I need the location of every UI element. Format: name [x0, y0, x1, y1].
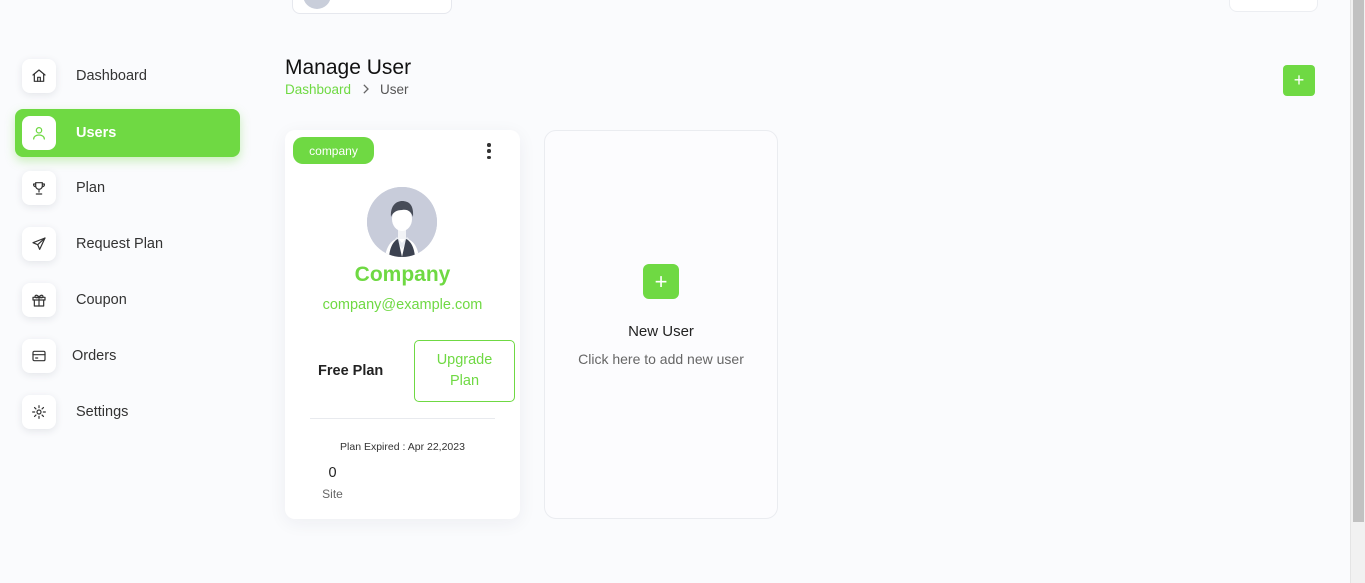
send-icon: [22, 227, 56, 261]
breadcrumb-current: User: [380, 82, 409, 97]
site-label: Site: [322, 487, 343, 501]
new-user-title: New User: [628, 323, 694, 340]
card-divider: [310, 418, 495, 419]
sidebar-item-dashboard[interactable]: Dashboard: [15, 52, 240, 100]
plus-icon: +: [1293, 70, 1305, 90]
chevron-right-icon: [361, 83, 370, 97]
sidebar-item-label: Dashboard: [76, 68, 147, 84]
sidebar-item-plan[interactable]: Plan: [15, 164, 240, 212]
sidebar-item-label: Plan: [76, 180, 106, 196]
credit-card-icon: [22, 339, 56, 373]
sidebar-item-label: Orders: [72, 348, 117, 364]
sidebar-item-settings[interactable]: Settings: [15, 388, 240, 436]
scrollbar-thumb[interactable]: [1353, 0, 1364, 522]
user-email: company@example.com: [322, 297, 483, 313]
user-name: Company: [354, 263, 451, 286]
user-card: company Company company@example.com Free…: [285, 130, 520, 519]
upgrade-plan-label-line2: Plan: [449, 373, 480, 389]
breadcrumb-link-dashboard[interactable]: Dashboard: [285, 82, 351, 97]
profile-avatar: [303, 0, 331, 9]
plus-icon: +: [643, 264, 679, 299]
app-root: Dashboard Users Plan Request Plan Coupon: [0, 0, 1365, 583]
sidebar-item-label: Settings: [76, 404, 129, 420]
trophy-icon: [22, 171, 56, 205]
sidebar-item-label: Users: [76, 125, 117, 141]
new-user-card[interactable]: + New User Click here to add new user: [544, 130, 778, 519]
avatar: [367, 187, 437, 257]
page-title: Manage User: [285, 56, 412, 79]
role-badge: company: [293, 137, 374, 164]
site-count: 0: [328, 465, 337, 481]
profile-dropdown[interactable]: [292, 0, 452, 14]
gear-icon: [22, 395, 56, 429]
language-dropdown[interactable]: [1229, 0, 1318, 12]
sidebar-item-label: Request Plan: [76, 236, 164, 252]
plan-name: Free Plan: [318, 363, 384, 379]
sidebar-item-label: Coupon: [76, 292, 127, 308]
sidebar-item-users[interactable]: Users: [15, 109, 240, 157]
plan-expired-text: Plan Expired : Apr 22,2023: [340, 441, 465, 453]
new-user-description: Click here to add new user: [578, 351, 744, 367]
sidebar-item-request-plan[interactable]: Request Plan: [15, 220, 240, 268]
home-icon: [22, 59, 56, 93]
sidebar-item-coupon[interactable]: Coupon: [15, 276, 240, 324]
more-vertical-icon[interactable]: [483, 142, 495, 160]
add-user-button[interactable]: +: [1283, 65, 1315, 96]
upgrade-plan-button[interactable]: Upgrade Plan: [414, 340, 515, 402]
gift-icon: [22, 283, 56, 317]
sidebar-item-orders[interactable]: Orders: [15, 332, 240, 380]
page-scrollbar[interactable]: [1350, 0, 1365, 583]
breadcrumb: Dashboard User: [285, 82, 409, 97]
user-icon: [22, 116, 56, 150]
upgrade-plan-label-line1: Upgrade: [436, 352, 493, 368]
